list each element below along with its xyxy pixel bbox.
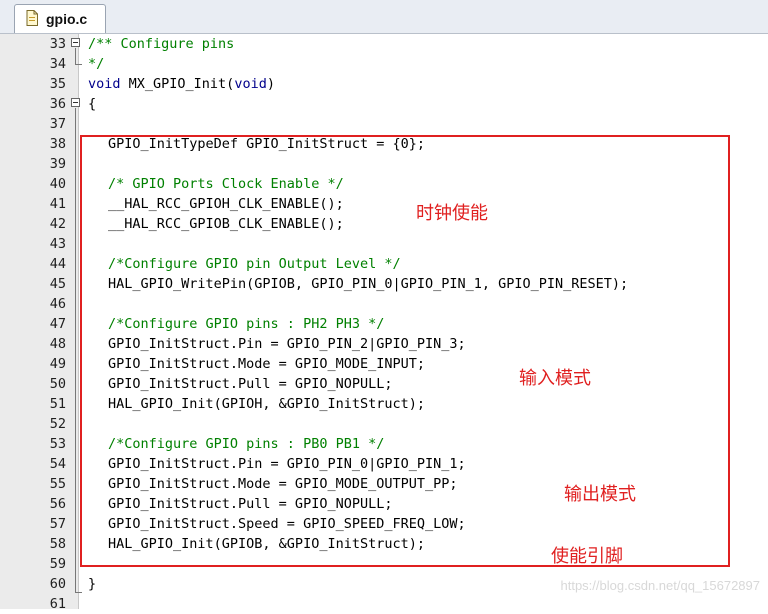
- line-number: 61: [49, 596, 66, 612]
- code-text: */: [88, 56, 105, 72]
- fold-collapse-icon[interactable]: [71, 38, 80, 47]
- line-number: 44: [49, 256, 66, 272]
- code-line[interactable]: 37: [0, 114, 768, 134]
- code-text: /** Configure pins: [88, 36, 235, 52]
- annotation-input-mode: 输入模式: [519, 368, 591, 389]
- line-number: 35: [49, 76, 66, 92]
- line-number: 40: [49, 176, 66, 192]
- code-line[interactable]: 34 */: [0, 54, 768, 74]
- line-number: 58: [49, 536, 66, 552]
- line-number: 47: [49, 316, 66, 332]
- line-number: 45: [49, 276, 66, 292]
- code-text: void MX_GPIO_Init(void): [88, 74, 275, 94]
- code-text: }: [88, 576, 97, 592]
- line-number: 33: [49, 36, 66, 52]
- line-number: 36: [49, 96, 66, 112]
- line-number: 38: [49, 136, 66, 152]
- code-line[interactable]: 61: [0, 594, 768, 614]
- line-number: 53: [49, 436, 66, 452]
- line-number: 42: [49, 216, 66, 232]
- tab-gpio-c[interactable]: gpio.c: [14, 4, 106, 33]
- line-number: 52: [49, 416, 66, 432]
- line-number: 55: [49, 476, 66, 492]
- fold-guide: [75, 48, 76, 58]
- fold-collapse-icon[interactable]: [71, 98, 80, 107]
- code-line[interactable]: 36 {: [0, 94, 768, 114]
- line-number: 57: [49, 516, 66, 532]
- watermark: https://blog.csdn.net/qq_15672897: [560, 578, 761, 593]
- line-number: 50: [49, 376, 66, 392]
- code-token: ): [266, 76, 275, 92]
- line-number: 41: [49, 196, 66, 212]
- tab-label: gpio.c: [46, 11, 88, 27]
- code-line[interactable]: 33 /** Configure pins: [0, 34, 768, 54]
- line-number: 51: [49, 396, 66, 412]
- annotation-enable-pins: 使能引脚: [551, 546, 623, 567]
- code-text: {: [88, 96, 97, 112]
- fold-end-marker: [75, 582, 82, 593]
- c-file-icon: [26, 10, 38, 26]
- code-token: MX_GPIO_Init(: [120, 76, 235, 92]
- line-number: 43: [49, 236, 66, 252]
- annotation-clock-enable: 时钟使能: [416, 203, 488, 224]
- line-number: 60: [49, 576, 66, 592]
- fold-guide: [75, 108, 76, 592]
- annotation-output-mode: 输出模式: [564, 484, 636, 505]
- keyword-token: void: [234, 76, 267, 92]
- fold-end-marker: [75, 54, 82, 65]
- line-number: 59: [49, 556, 66, 572]
- line-number: 39: [49, 156, 66, 172]
- line-number: 37: [49, 116, 66, 132]
- line-number: 34: [49, 56, 66, 72]
- line-number: 49: [49, 356, 66, 372]
- line-number: 54: [49, 456, 66, 472]
- line-number: 56: [49, 496, 66, 512]
- keyword-token: void: [88, 76, 121, 92]
- editor-tab-bar: gpio.c: [0, 0, 768, 34]
- line-number: 48: [49, 336, 66, 352]
- code-line[interactable]: 35 void MX_GPIO_Init(void): [0, 74, 768, 94]
- line-number: 46: [49, 296, 66, 312]
